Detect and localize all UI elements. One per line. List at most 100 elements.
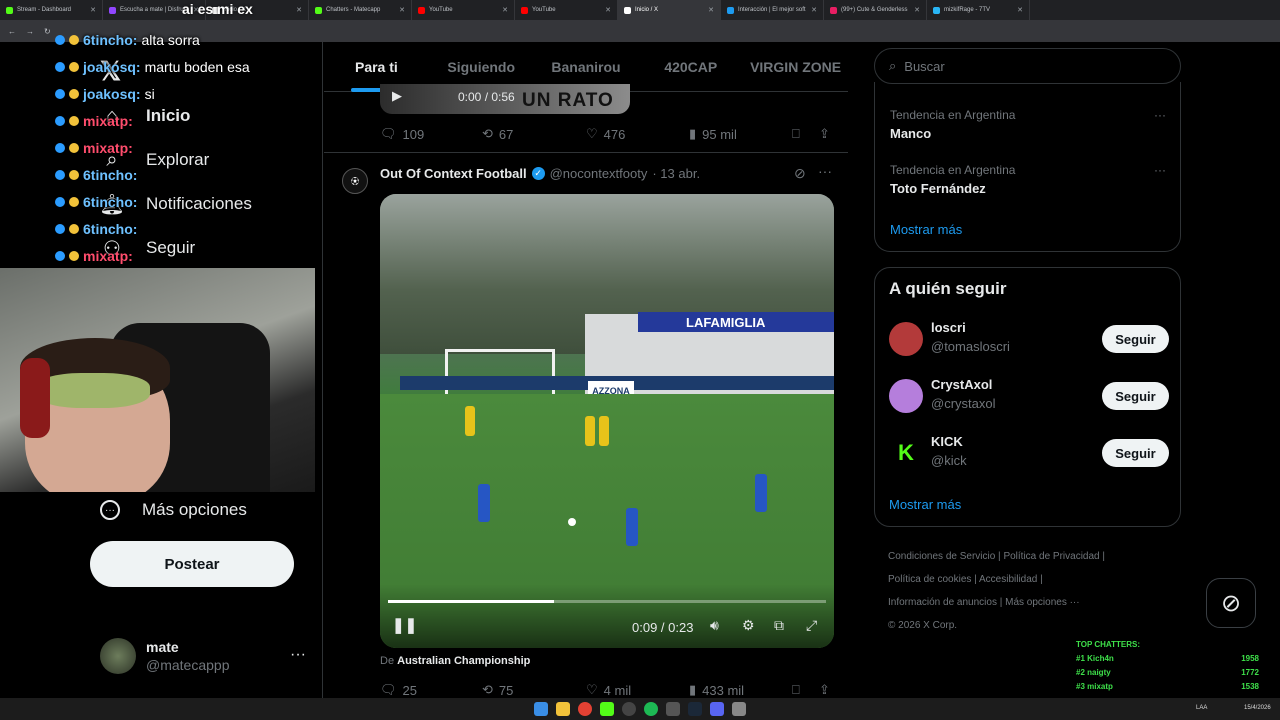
more-dots-icon[interactable]: ···: [290, 646, 306, 664]
tab-virgin-zone[interactable]: VIRGIN ZONE: [743, 42, 848, 92]
follow-button[interactable]: Seguir: [1102, 325, 1169, 353]
reload-icon[interactable]: ↻: [44, 27, 51, 36]
post-avatar[interactable]: ⚽︎: [342, 168, 368, 194]
show-more-link[interactable]: Mostrar más: [890, 222, 962, 237]
bookmark-button[interactable]: ⎕: [792, 682, 800, 698]
reply-button[interactable]: 🗨︎ 109: [380, 126, 424, 142]
file-explorer-icon[interactable]: [556, 702, 570, 716]
chat-username[interactable]: joakosq:: [83, 86, 141, 102]
discord-icon[interactable]: [710, 702, 724, 716]
divider: [324, 152, 848, 153]
tab-420cap[interactable]: 420CAP: [638, 42, 743, 92]
player: [599, 416, 609, 446]
follow-suggestion[interactable]: CrystAxol @crystaxol Seguir: [889, 377, 1169, 417]
browser-tab[interactable]: Chatters - Matecapp ✕: [309, 0, 412, 20]
close-tab-icon[interactable]: ✕: [502, 6, 508, 14]
grok-button[interactable]: ⊘: [1206, 578, 1256, 628]
browser-tab[interactable]: mizkifRage - 7TV ✕: [927, 0, 1030, 20]
chat-username[interactable]: 6tincho:: [83, 221, 137, 237]
follow-suggestion[interactable]: K KICK @kick Seguir: [889, 434, 1169, 474]
settings-icon[interactable]: ⚙: [742, 617, 755, 634]
nav-mas-opciones[interactable]: ··· Más opciones: [100, 500, 247, 520]
post-button[interactable]: Postear: [90, 541, 294, 587]
close-tab-icon[interactable]: ✕: [1017, 6, 1023, 14]
pause-icon[interactable]: ❚❚: [392, 616, 417, 634]
close-tab-icon[interactable]: ✕: [296, 6, 302, 14]
chat-username[interactable]: joakosq:: [83, 59, 141, 75]
post-video[interactable]: LAFAMIGLIA AZZONA ❚❚ 0:09 / 0:23 🔊︎ ⚙ ⧉ …: [380, 194, 834, 648]
prev-post-video[interactable]: ▶ 0:00 / 0:56 UN RATO: [380, 84, 630, 114]
windows-start-icon[interactable]: [534, 702, 548, 716]
footer-link[interactable]: Accesibilidad: [979, 574, 1037, 585]
footer-link[interactable]: Más opciones ···: [1005, 597, 1079, 608]
close-tab-icon[interactable]: ✕: [90, 6, 96, 14]
chat-username[interactable]: 6tincho:: [83, 167, 137, 183]
browser-tab[interactable]: YouTube ✕: [412, 0, 515, 20]
progress-track[interactable]: [388, 600, 826, 603]
source-link[interactable]: Australian Championship: [397, 655, 530, 667]
browser-tab[interactable]: YouTube ✕: [515, 0, 618, 20]
repost-icon: ⟲: [482, 126, 493, 141]
player: [755, 474, 767, 512]
show-more-link[interactable]: Mostrar más: [889, 497, 961, 512]
trend-item[interactable]: Tendencia en Argentina Manco: [890, 108, 1015, 141]
close-tab-icon[interactable]: ✕: [399, 6, 405, 14]
chat-message: mixatp:: [55, 134, 325, 161]
chat-username[interactable]: 6tincho:: [83, 194, 137, 210]
follow-button[interactable]: Seguir: [1102, 382, 1169, 410]
chat-username[interactable]: mixatp:: [83, 248, 133, 264]
more-dots-icon[interactable]: ···: [818, 163, 832, 179]
more-dots-icon[interactable]: ···: [1154, 108, 1166, 122]
account-switcher[interactable]: mate @matecappp ···: [100, 638, 306, 674]
windows-taskbar: LAA 15/4/2026: [0, 698, 1280, 720]
back-icon[interactable]: ←: [8, 27, 16, 36]
chat-username[interactable]: mixatp:: [83, 113, 133, 129]
forward-icon[interactable]: →: [26, 27, 34, 36]
app-icon[interactable]: [666, 702, 680, 716]
footer-link[interactable]: Condiciones de Servicio: [888, 551, 995, 562]
browser-tab[interactable]: Inicio / X ✕: [618, 0, 721, 20]
more-circle-icon: ···: [100, 500, 120, 520]
close-tab-icon[interactable]: ✕: [708, 6, 714, 14]
share-button[interactable]: ⇪: [819, 682, 830, 698]
miniplayer-icon[interactable]: ⧉: [774, 617, 784, 634]
obs-icon[interactable]: [622, 702, 636, 716]
volume-icon[interactable]: 🔊︎: [710, 617, 719, 634]
post-author[interactable]: Out Of Context Football: [380, 166, 527, 181]
close-tab-icon[interactable]: ✕: [811, 6, 817, 14]
close-tab-icon[interactable]: ✕: [914, 6, 920, 14]
bookmark-button[interactable]: ⎕: [792, 126, 800, 142]
trend-item[interactable]: Tendencia en Argentina Toto Fernández: [890, 163, 1015, 196]
like-button[interactable]: ♡ 4 mil: [586, 682, 631, 698]
views-button[interactable]: ▮ 95 mil: [689, 126, 737, 142]
close-tab-icon[interactable]: ✕: [605, 6, 611, 14]
chat-username[interactable]: 6tincho:: [83, 32, 137, 48]
share-button[interactable]: ⇪: [819, 126, 830, 142]
chrome-icon[interactable]: [578, 702, 592, 716]
spotify-icon[interactable]: [644, 702, 658, 716]
more-dots-icon[interactable]: ···: [1154, 163, 1166, 177]
follow-button[interactable]: Seguir: [1102, 439, 1169, 467]
repost-button[interactable]: ⟲ 67: [482, 126, 513, 142]
browser-tab[interactable]: (99+) Cute & Genderless ✕: [824, 0, 927, 20]
chat-username[interactable]: mixatp:: [83, 140, 133, 156]
play-icon[interactable]: ▶: [392, 88, 402, 104]
browser-tab[interactable]: Interacción | El mejor soft ✕: [721, 0, 824, 20]
grok-icon[interactable]: ⊘: [794, 165, 806, 182]
views-icon: ▮: [689, 682, 697, 697]
avatar: K: [889, 436, 923, 470]
app-icon[interactable]: [732, 702, 746, 716]
views-button[interactable]: ▮ 433 mil: [689, 682, 744, 698]
footer-link[interactable]: Política de Privacidad: [1003, 551, 1099, 562]
fullscreen-icon[interactable]: ⤢: [806, 617, 817, 634]
steam-icon[interactable]: [688, 702, 702, 716]
footer-link[interactable]: Política de cookies: [888, 574, 971, 585]
reply-button[interactable]: 🗨︎ 25: [380, 682, 417, 698]
kick-icon[interactable]: [600, 702, 614, 716]
browser-tab[interactable]: Stream - Dashboard ✕: [0, 0, 103, 20]
footer-link[interactable]: Información de anuncios: [888, 597, 997, 608]
repost-button[interactable]: ⟲ 75: [482, 682, 513, 698]
search-box[interactable]: ⌕ Buscar: [874, 48, 1181, 84]
like-button[interactable]: ♡ 476: [586, 126, 625, 142]
follow-suggestion[interactable]: loscri @tomasloscri Seguir: [889, 320, 1169, 360]
